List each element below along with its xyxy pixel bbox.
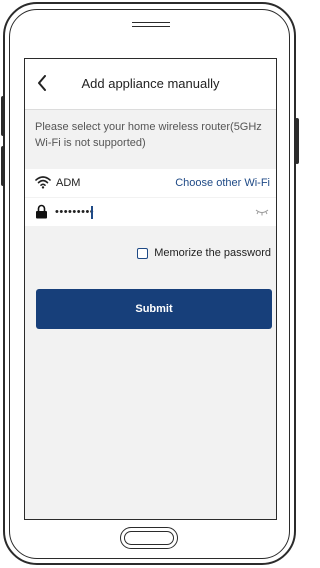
text-cursor (91, 206, 93, 219)
volume-up-key (1, 96, 5, 136)
page-title: Add appliance manually (81, 76, 220, 91)
eye-closed-icon[interactable] (255, 207, 269, 217)
power-key (295, 118, 299, 164)
submit-button[interactable]: Submit (36, 289, 272, 329)
wifi-icon (35, 176, 51, 189)
home-button (120, 527, 178, 549)
memorize-password-label: Memorize the password (154, 247, 271, 259)
chevron-left-icon (38, 75, 46, 91)
app-screen: Add appliance manually Please select you… (24, 58, 277, 520)
volume-down-key (1, 146, 5, 186)
password-field[interactable] (55, 202, 235, 222)
choose-other-wifi-link[interactable]: Choose other Wi-Fi (175, 169, 270, 197)
memorize-password-checkbox[interactable] (137, 247, 149, 259)
top-bar: Add appliance manually (25, 59, 276, 110)
memorize-password-toggle[interactable]: Memorize the password (137, 245, 271, 261)
lock-icon (36, 204, 47, 219)
speaker-grille (132, 22, 170, 27)
wifi-ssid: ADM (56, 177, 81, 189)
instruction-text: Please select your home wireless router(… (35, 121, 262, 149)
password-row (25, 198, 276, 226)
back-button[interactable] (31, 71, 53, 95)
wifi-row: ADM Choose other Wi-Fi (25, 169, 276, 197)
